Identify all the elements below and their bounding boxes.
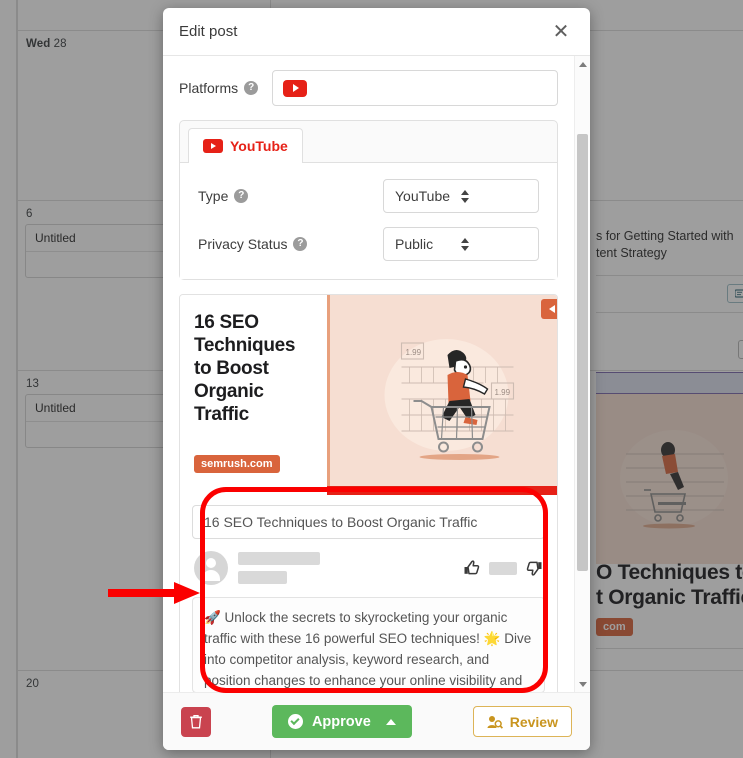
engagement-row (463, 559, 543, 577)
video-description-input[interactable]: 🚀 Unlock the secrets to skyrocketing you… (192, 597, 545, 692)
video-preview-card: 16 SEO Techniques to Boost Organic Traff… (179, 294, 558, 692)
approve-button[interactable]: Approve (271, 705, 412, 738)
close-icon[interactable]: ✕ (548, 19, 574, 45)
channel-skeleton-lines (238, 552, 453, 584)
privacy-status-select[interactable]: Public (383, 227, 539, 261)
youtube-icon[interactable] (283, 79, 308, 97)
svg-text:1.99: 1.99 (495, 388, 511, 397)
type-row: Type ? YouTube (198, 179, 539, 213)
source-badge: semrush.com (194, 455, 280, 473)
type-help-icon[interactable]: ? (234, 189, 249, 203)
review-label: Review (509, 713, 558, 730)
check-circle-icon (287, 714, 303, 729)
thumbs-down-icon[interactable] (525, 559, 543, 577)
user-search-icon (487, 715, 503, 729)
channel-meta-row (194, 551, 543, 585)
modal-header: Edit post ✕ (163, 8, 590, 56)
platform-panel-body: Type ? YouTube Privacy Status ? Public (180, 162, 557, 279)
scrollbar-track[interactable] (575, 72, 590, 676)
privacy-status-label: Privacy Status ? (198, 236, 383, 252)
avatar (194, 551, 228, 585)
annotation-arrow (108, 582, 200, 604)
svg-text:1.99: 1.99 (406, 348, 422, 357)
youtube-icon (203, 139, 223, 153)
scrollbar-thumb[interactable] (577, 134, 588, 571)
type-label: Type ? (198, 188, 383, 204)
privacy-status-row: Privacy Status ? Public (198, 227, 539, 261)
modal-scrollbar[interactable] (574, 56, 590, 692)
scroll-down-arrow[interactable] (575, 676, 590, 692)
approve-label: Approve (311, 713, 371, 730)
video-preview-body: 16 SEO Techniques to Boost Organic Traff… (180, 495, 557, 692)
chevron-updown-icon (461, 189, 527, 203)
platforms-input[interactable] (272, 70, 558, 106)
platforms-label: Platforms ? (179, 80, 259, 96)
privacy-status-value: Public (395, 236, 434, 252)
thumbs-up-icon[interactable] (463, 559, 481, 577)
platform-tabs: YouTube (180, 121, 557, 163)
thumbnail-text-panel: 16 SEO Techniques to Boost Organic Traff… (180, 295, 327, 495)
modal-title: Edit post (179, 23, 238, 40)
modal-body: Platforms ? YouTube Type ? YouTube Priva… (163, 56, 590, 692)
modal-scroll-area: Platforms ? YouTube Type ? YouTube Priva… (163, 56, 574, 692)
type-select[interactable]: YouTube (383, 179, 539, 213)
type-select-value: YouTube (395, 188, 451, 204)
video-title-input[interactable]: 16 SEO Techniques to Boost Organic Traff… (192, 505, 545, 539)
thumbnail-corner-badge (541, 299, 557, 319)
video-thumbnail[interactable]: 16 SEO Techniques to Boost Organic Traff… (180, 295, 557, 495)
tab-youtube[interactable]: YouTube (188, 128, 303, 163)
modal-footer: Approve Review (163, 692, 590, 750)
thumbnail-illustration-panel: 1.99 1.99 (327, 295, 557, 495)
scroll-up-arrow[interactable] (575, 56, 590, 72)
platform-settings-panel: YouTube Type ? YouTube Privacy Status ? … (179, 120, 558, 280)
chevron-updown-icon (461, 237, 527, 251)
trash-icon (190, 714, 202, 729)
tab-youtube-label: YouTube (230, 138, 288, 154)
thumbnail-red-bar (327, 486, 557, 495)
caret-up-icon[interactable] (385, 718, 396, 725)
edit-post-modal: Edit post ✕ Platforms ? YouTube Type ? Y… (163, 8, 590, 750)
platforms-help-icon[interactable]: ? (244, 81, 259, 95)
platforms-row: Platforms ? (179, 70, 558, 106)
thumbnail-headline: 16 SEO Techniques to Boost Organic Traff… (194, 312, 296, 425)
delete-button[interactable] (181, 706, 211, 737)
shopper-illustration: 1.99 1.99 (384, 339, 515, 460)
review-button[interactable]: Review (472, 706, 572, 737)
view-count-skeleton (489, 561, 517, 575)
privacy-help-icon[interactable]: ? (293, 237, 308, 251)
